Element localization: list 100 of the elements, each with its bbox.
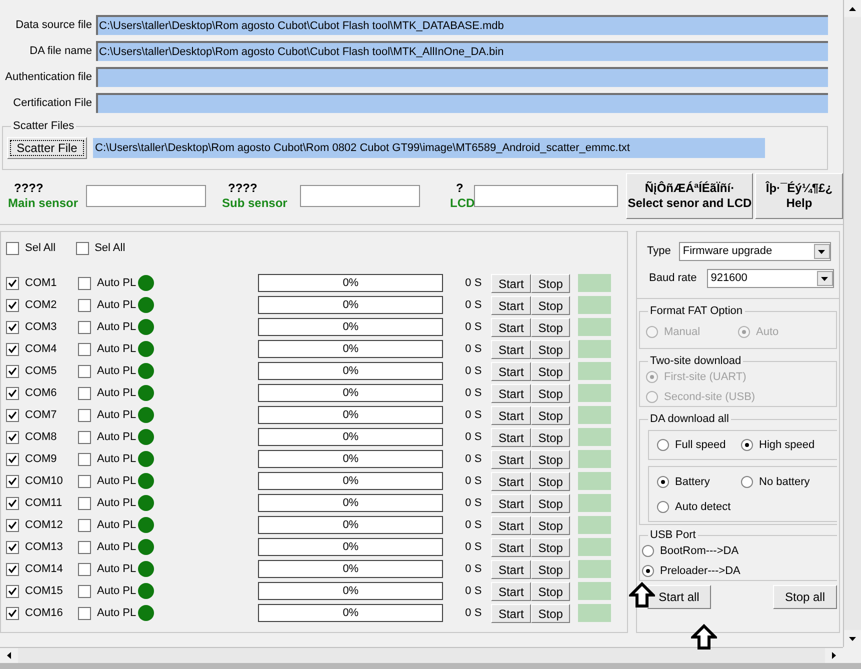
checkbox[interactable] <box>78 408 91 422</box>
stop-button[interactable]: Stop <box>531 516 570 534</box>
checkbox[interactable] <box>78 518 91 532</box>
radio-button[interactable] <box>642 544 654 557</box>
start-button[interactable]: Start <box>491 428 532 446</box>
checkbox[interactable] <box>78 430 91 444</box>
sensor-input[interactable] <box>300 185 420 207</box>
checkbox[interactable] <box>78 452 91 466</box>
start-button[interactable]: Start <box>491 560 532 578</box>
checkbox[interactable] <box>78 606 91 620</box>
checkbox[interactable] <box>6 430 19 444</box>
select-sensor-button[interactable]: ÑįÔñÆÁªÍÉãÏñí· Select senor and LCD <box>626 173 754 219</box>
path-field[interactable] <box>96 67 828 87</box>
radio-button[interactable] <box>642 565 654 578</box>
checkbox[interactable] <box>6 298 19 312</box>
checkbox[interactable] <box>78 342 91 356</box>
stop-button[interactable]: Stop <box>531 450 570 468</box>
sensor-value: ? <box>455 181 464 196</box>
help-button[interactable]: Îþ·¯Éý¼¶£¿ Help <box>755 173 843 219</box>
stop-button[interactable]: Stop <box>531 340 570 358</box>
radio-label: First-site (UART) <box>664 370 746 384</box>
start-button[interactable]: Start <box>491 406 532 424</box>
start-button[interactable]: Start <box>491 340 532 358</box>
checkbox[interactable] <box>6 518 19 532</box>
stop-button[interactable]: Stop <box>531 406 570 424</box>
radio-button[interactable] <box>657 500 669 513</box>
progress-text: 0% <box>342 320 359 335</box>
elapsed-time: 0 S <box>465 298 483 313</box>
stop-button[interactable]: Stop <box>531 494 570 512</box>
sensor-value: ???? <box>227 181 258 196</box>
radio-button[interactable] <box>657 439 669 451</box>
start-all-button[interactable]: Start all <box>647 585 711 609</box>
checkbox[interactable] <box>78 364 91 378</box>
checkbox[interactable] <box>78 298 91 312</box>
path-field[interactable]: C:\Users\taller\Desktop\Rom agosto Cubot\Cubot Flash tool\MTK_DATABASE.mdb <box>96 15 828 35</box>
checkbox[interactable] <box>6 606 19 620</box>
stop-button[interactable]: Stop <box>531 428 570 446</box>
stop-button[interactable]: Stop <box>531 318 570 336</box>
baud-dropdown[interactable]: 921600 <box>706 269 834 288</box>
checkbox[interactable] <box>6 540 19 554</box>
stop-button[interactable]: Stop <box>531 582 570 600</box>
start-button[interactable]: Start <box>491 318 532 336</box>
type-label: Type <box>647 244 671 260</box>
sensor-input[interactable] <box>474 185 618 207</box>
checkbox[interactable] <box>6 452 19 466</box>
checkbox[interactable] <box>6 562 19 576</box>
checkbox[interactable] <box>78 276 91 290</box>
stop-button[interactable]: Stop <box>531 274 570 292</box>
stop-all-button[interactable]: Stop all <box>773 585 837 609</box>
checkbox[interactable] <box>78 496 91 510</box>
checkbox[interactable] <box>6 496 19 510</box>
checkbox[interactable] <box>78 584 91 598</box>
checkbox[interactable] <box>78 474 91 488</box>
checkbox[interactable] <box>78 320 91 334</box>
start-button[interactable]: Start <box>491 472 532 490</box>
start-button[interactable]: Start <box>491 274 532 292</box>
checkbox[interactable] <box>78 540 91 554</box>
start-button[interactable]: Start <box>491 538 532 556</box>
checkbox[interactable] <box>6 386 19 400</box>
checkbox[interactable] <box>78 386 91 400</box>
stop-button[interactable]: Stop <box>531 604 570 622</box>
stop-button[interactable]: Stop <box>531 384 570 402</box>
start-button[interactable]: Start <box>491 296 532 314</box>
checkbox[interactable] <box>6 584 19 598</box>
vertical-scrollbar[interactable] <box>843 0 861 647</box>
sensor-input[interactable] <box>86 185 206 207</box>
checkbox[interactable] <box>6 364 19 378</box>
checkbox[interactable] <box>6 474 19 488</box>
start-button[interactable]: Start <box>491 362 532 380</box>
checkbox[interactable] <box>6 242 19 254</box>
start-button[interactable]: Start <box>491 516 532 534</box>
elapsed-time: 0 S <box>465 452 483 467</box>
checkbox[interactable] <box>76 242 89 254</box>
path-field[interactable]: C:\Users\taller\Desktop\Rom agosto Cubot\Cubot Flash tool\MTK_AllInOne_DA.bin <box>96 41 828 61</box>
scatter-file-button[interactable]: Scatter File <box>7 137 87 159</box>
horizontal-scrollbar[interactable] <box>0 647 843 663</box>
checkmark-icon <box>8 498 17 508</box>
stop-button[interactable]: Stop <box>531 538 570 556</box>
stop-button[interactable]: Stop <box>531 362 570 380</box>
type-dropdown[interactable]: Firmware upgrade <box>678 242 831 261</box>
start-button[interactable]: Start <box>491 384 532 402</box>
checkbox[interactable] <box>6 276 19 290</box>
start-button[interactable]: Start <box>491 494 532 512</box>
up-arrow-icon <box>691 624 717 650</box>
checkbox[interactable] <box>6 408 19 422</box>
stop-button[interactable]: Stop <box>531 472 570 490</box>
radio-button[interactable] <box>741 476 753 488</box>
checkbox[interactable] <box>6 342 19 356</box>
scatter-path-field[interactable]: C:\Users\taller\Desktop\Rom agosto Cubot\Rom 0802 Cubot GT99\image\MT6589_Android_scatter_emmc.txt <box>93 138 765 158</box>
stop-button[interactable]: Stop <box>531 296 570 314</box>
start-button[interactable]: Start <box>491 582 532 600</box>
checkbox[interactable] <box>6 320 19 334</box>
status-indicator <box>578 296 612 314</box>
stop-button[interactable]: Stop <box>531 560 570 578</box>
radio-button[interactable] <box>741 439 753 451</box>
radio-button[interactable] <box>657 476 669 488</box>
checkbox[interactable] <box>78 562 91 576</box>
start-button[interactable]: Start <box>491 604 532 622</box>
start-button[interactable]: Start <box>491 450 532 468</box>
path-field[interactable] <box>96 93 828 113</box>
